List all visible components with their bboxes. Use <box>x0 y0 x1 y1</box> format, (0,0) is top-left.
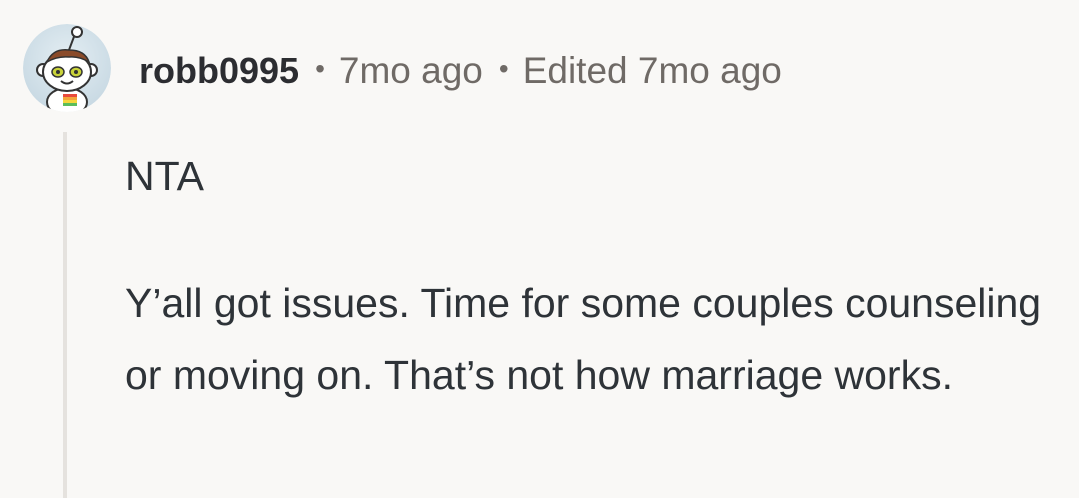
username-link[interactable]: robb0995 <box>139 50 299 92</box>
meta-separator: • <box>498 53 509 84</box>
user-avatar[interactable] <box>23 24 111 112</box>
comment-paragraph: NTA <box>125 153 204 199</box>
edited-label: Edited 7mo ago <box>522 50 782 91</box>
comment-meta: robb0995 • 7mo ago • Edited 7mo ago <box>139 45 782 97</box>
snoo-avatar-icon <box>23 24 111 112</box>
comment-age: 7mo ago <box>338 50 483 91</box>
thread-line[interactable] <box>63 132 67 498</box>
comment: robb0995 • 7mo ago • Edited 7mo ago NTA … <box>0 0 1079 498</box>
comment-body: NTA Y’all got issues. Time for some coup… <box>125 140 1055 411</box>
meta-separator: • <box>315 53 325 84</box>
comment-paragraph: Y’all got issues. Time for some couples … <box>125 280 1042 398</box>
